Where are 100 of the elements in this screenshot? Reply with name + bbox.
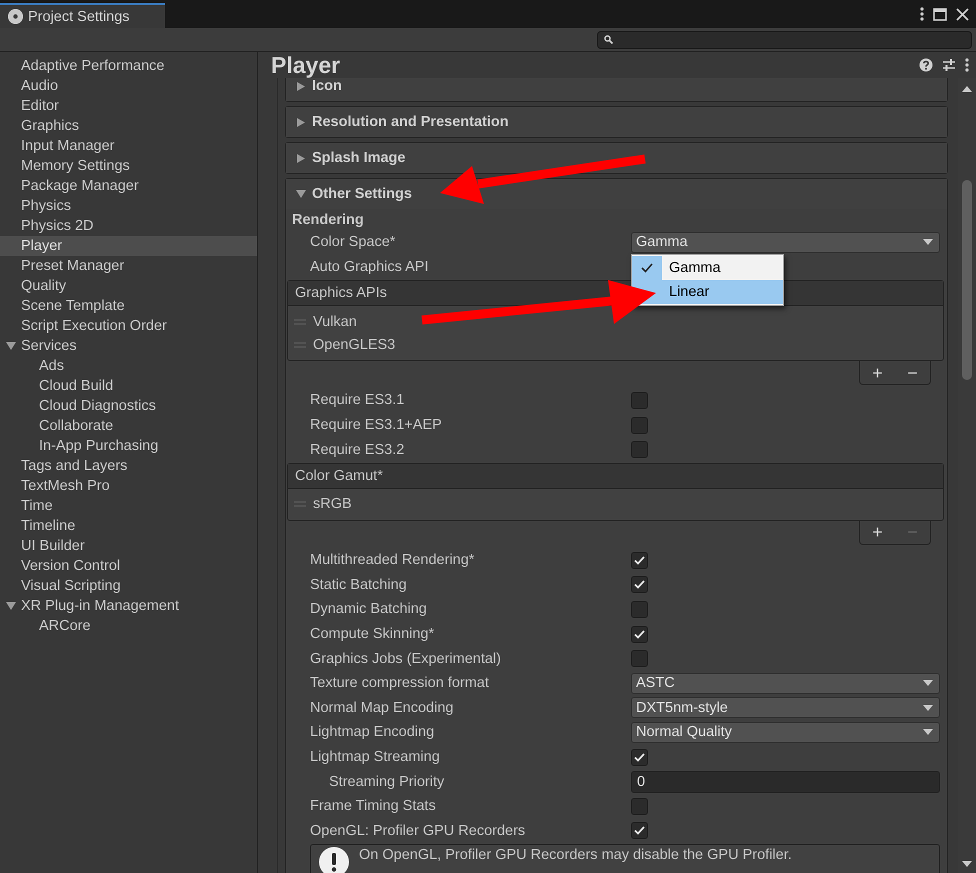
- dropdown[interactable]: DXT5nm-style: [631, 697, 940, 718]
- foldout-header[interactable]: Resolution and Presentation: [286, 107, 947, 137]
- sidebar-item[interactable]: TextMesh Pro: [0, 476, 257, 496]
- scrollbar-thumb[interactable]: [962, 180, 972, 380]
- setting-label: Graphics Jobs (Experimental): [310, 650, 502, 667]
- setting-label: Normal Map Encoding: [310, 700, 454, 716]
- checkmark-icon: [634, 580, 645, 590]
- maximize-icon[interactable]: [933, 8, 947, 20]
- search-icon: [604, 35, 613, 44]
- setting-label: OpenGL: Profiler GPU Recorders: [310, 822, 526, 839]
- setting-label: Require ES3.1+AEP: [310, 417, 443, 434]
- sidebar-item[interactable]: Version Control: [0, 556, 257, 576]
- checkbox[interactable]: [631, 748, 648, 766]
- caret-icon: [923, 239, 933, 246]
- remove-button[interactable]: −: [903, 362, 922, 383]
- foldout-header[interactable]: Splash Image: [286, 143, 947, 173]
- sidebar-item[interactable]: Physics: [0, 196, 257, 216]
- sidebar-item[interactable]: XR Plug-in Management: [0, 596, 257, 616]
- sidebar-item[interactable]: UI Builder: [0, 536, 257, 556]
- sidebar-item[interactable]: In-App Purchasing: [0, 436, 257, 456]
- sidebar-item[interactable]: Scene Template: [0, 296, 257, 316]
- setting-label: Multithreaded Rendering*: [310, 552, 476, 568]
- sidebar-item[interactable]: Physics 2D: [0, 216, 257, 236]
- checkbox[interactable]: [631, 392, 648, 409]
- sidebar-item[interactable]: Editor: [0, 96, 257, 116]
- sidebar-item[interactable]: Memory Settings: [0, 156, 257, 176]
- drag-handle-icon[interactable]: [294, 501, 306, 508]
- help-icon[interactable]: [919, 58, 933, 72]
- checkbox[interactable]: [631, 798, 648, 815]
- list-item[interactable]: Vulkan: [313, 314, 357, 330]
- kebab-icon[interactable]: [965, 58, 969, 72]
- scroll-up-icon[interactable]: [962, 86, 972, 92]
- dropdown[interactable]: Gamma: [631, 232, 940, 253]
- sidebar-item[interactable]: Tags and Layers: [0, 456, 257, 476]
- checkbox[interactable]: [631, 552, 648, 569]
- setting-label: Require ES3.1: [310, 392, 406, 408]
- list-item[interactable]: sRGB: [313, 496, 352, 512]
- sliders-icon[interactable]: [942, 58, 956, 72]
- sidebar-item[interactable]: Adaptive Performance: [0, 56, 257, 76]
- setting-label: Require ES3.2: [310, 442, 406, 458]
- triangle-icon[interactable]: [6, 601, 16, 611]
- number-field[interactable]: 0: [631, 770, 940, 793]
- checkmark-icon: [634, 752, 645, 762]
- sidebar-item[interactable]: Quality: [0, 276, 257, 296]
- close-icon[interactable]: [956, 8, 969, 20]
- scroll-down-icon[interactable]: [962, 861, 972, 867]
- page-title: Player: [271, 52, 340, 78]
- help-text: On OpenGL, Profiler GPU Recorders may disable the GPU Profiler.: [359, 847, 792, 864]
- setting-label: Compute Skinning*: [310, 626, 436, 642]
- sidebar-item[interactable]: Package Manager: [0, 176, 257, 196]
- sidebar-item[interactable]: Ads: [0, 356, 257, 376]
- dropdown[interactable]: Normal Quality: [631, 722, 940, 743]
- sidebar-item[interactable]: Preset Manager: [0, 256, 257, 276]
- sidebar-item[interactable]: Cloud Build: [0, 376, 257, 396]
- sidebar-item[interactable]: Services: [0, 336, 257, 356]
- triangle-icon[interactable]: [6, 341, 16, 351]
- sidebar-item[interactable]: Time: [0, 496, 257, 516]
- sidebar-item[interactable]: Visual Scripting: [0, 576, 257, 596]
- sidebar-item[interactable]: Input Manager: [0, 136, 257, 156]
- checkmark-icon: [641, 262, 653, 273]
- drag-handle-icon[interactable]: [294, 342, 306, 348]
- window-tab[interactable]: Project Settings: [0, 3, 165, 28]
- setting-label: Streaming Priority: [329, 774, 446, 790]
- menu-option[interactable]: Gamma: [632, 256, 783, 280]
- list-item[interactable]: OpenGLES3: [313, 336, 396, 353]
- caret-icon: [923, 729, 933, 736]
- search-field[interactable]: [597, 30, 972, 48]
- dropdown[interactable]: ASTC: [631, 672, 940, 694]
- checkbox[interactable]: [631, 650, 648, 668]
- sidebar-item[interactable]: Timeline: [0, 516, 257, 536]
- sidebar-item[interactable]: Collaborate: [0, 416, 257, 436]
- checkbox[interactable]: [631, 822, 648, 840]
- checkbox[interactable]: [631, 626, 648, 643]
- foldout-header[interactable]: Icon: [286, 78, 947, 101]
- checkbox[interactable]: [631, 416, 648, 434]
- checkbox[interactable]: [631, 441, 648, 458]
- sidebar-item[interactable]: Script Execution Order: [0, 316, 257, 336]
- checkmark-icon: [634, 556, 645, 565]
- sidebar-item[interactable]: Cloud Diagnostics: [0, 396, 257, 416]
- section-heading: Rendering: [291, 210, 365, 230]
- list-title: Color Gamut*: [288, 464, 943, 489]
- setting-label: Auto Graphics API: [310, 258, 430, 275]
- sidebar-item[interactable]: Player: [0, 236, 257, 256]
- sidebar-item[interactable]: Audio: [0, 76, 257, 96]
- setting-label: Texture compression format: [310, 675, 490, 692]
- menu-option[interactable]: Linear: [632, 280, 783, 304]
- setting-label: Dynamic Batching: [310, 601, 428, 618]
- drag-handle-icon[interactable]: [294, 318, 306, 325]
- checkmark-icon: [634, 630, 645, 639]
- setting-label: Lightmap Encoding: [310, 724, 436, 740]
- triangle-icon: [296, 153, 306, 163]
- caret-icon: [923, 704, 933, 711]
- add-button[interactable]: +: [868, 522, 887, 542]
- checkbox[interactable]: [631, 576, 648, 594]
- add-button[interactable]: +: [868, 362, 887, 383]
- triangle-icon: [296, 189, 306, 199]
- kebab-icon[interactable]: [920, 7, 924, 21]
- sidebar-item[interactable]: Graphics: [0, 116, 257, 136]
- checkbox[interactable]: [631, 600, 648, 618]
- sidebar-item[interactable]: ARCore: [0, 616, 257, 636]
